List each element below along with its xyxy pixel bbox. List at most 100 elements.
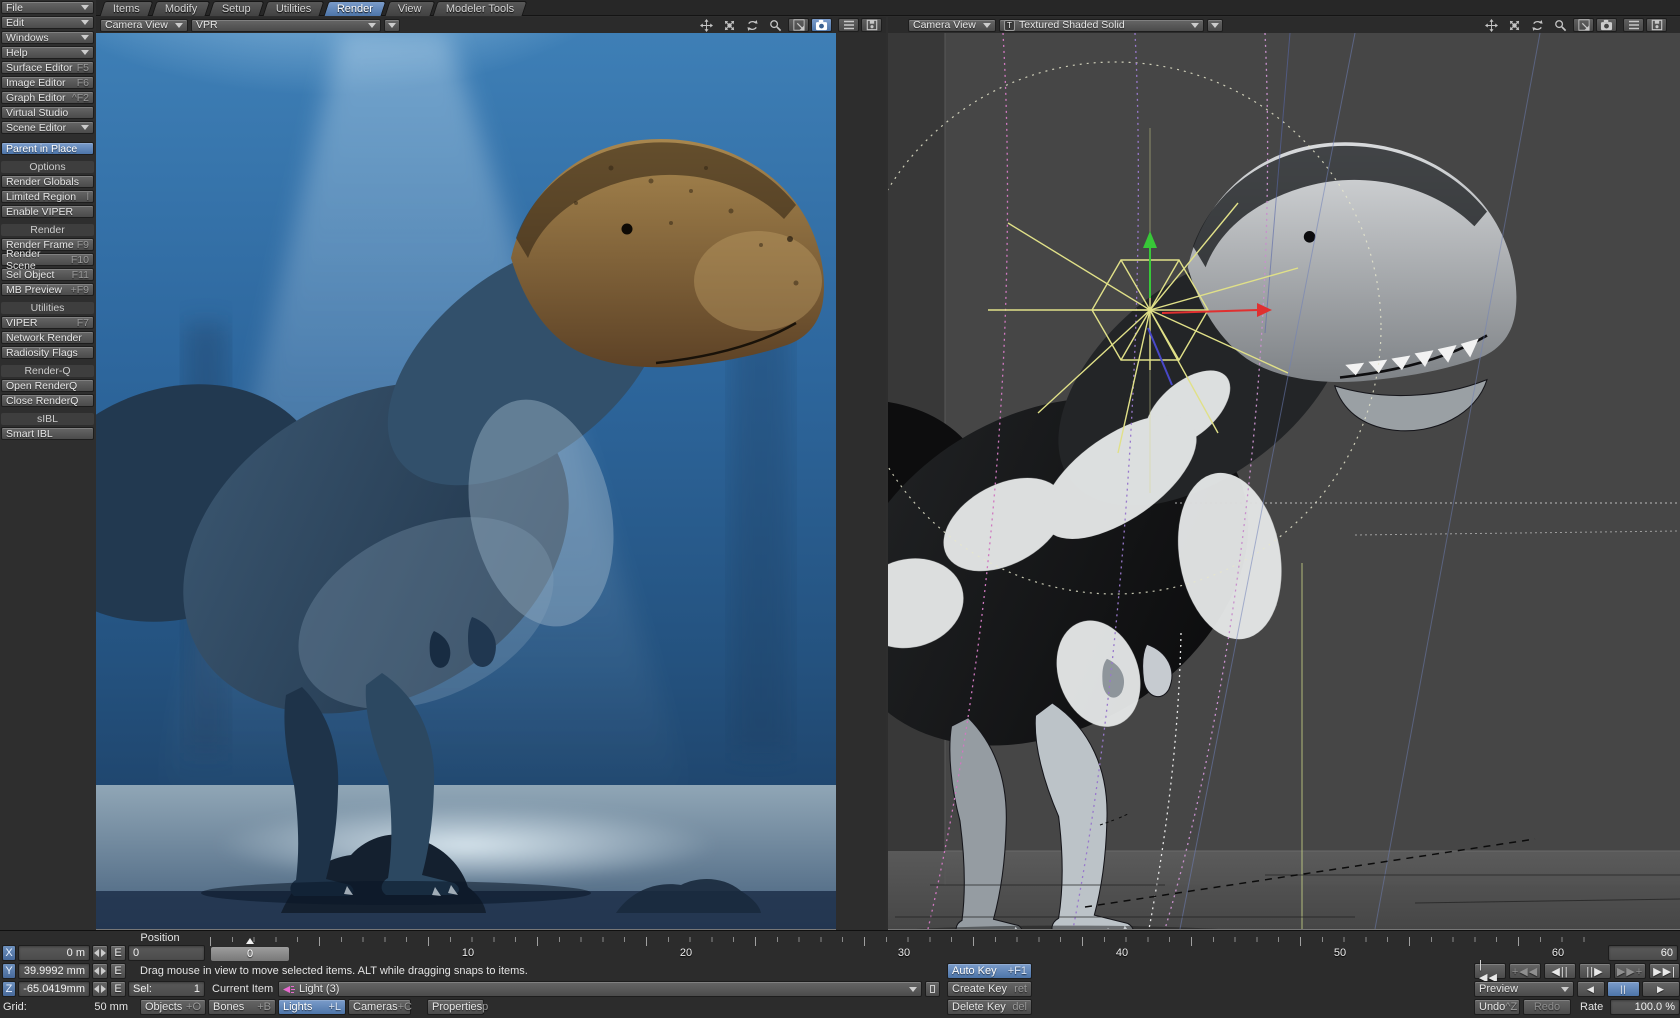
mb-preview-button[interactable]: MB Preview+F9 (1, 283, 94, 296)
camera-icon[interactable] (811, 18, 832, 32)
tab-setup[interactable]: Setup (209, 1, 265, 16)
menu-help[interactable]: Help (1, 46, 94, 59)
x-value-field[interactable]: 0 m (18, 945, 90, 961)
open-renderq-button[interactable]: Open RenderQ (1, 379, 94, 392)
left-viewport-options-dropdown[interactable] (384, 19, 400, 32)
parent-in-place-button[interactable]: Parent in Place (1, 142, 94, 155)
axis-x-button[interactable]: X (2, 945, 16, 961)
menu-edit[interactable]: Edit (1, 16, 94, 29)
tab-modify[interactable]: Modify (151, 1, 210, 16)
menu-file[interactable]: File (1, 1, 94, 14)
left-viewport-header: Camera View VPR (96, 17, 886, 33)
network-render-button[interactable]: Network Render (1, 331, 94, 344)
tick-label: 60 (1552, 947, 1564, 959)
item-type-objects[interactable]: Objects+O (140, 999, 206, 1015)
right-viewport-shaded[interactable] (888, 33, 1680, 930)
tab-render[interactable]: Render (323, 1, 386, 16)
redo-button[interactable]: Redo (1523, 999, 1571, 1015)
surface-editor-button[interactable]: Surface EditorF5 (1, 61, 94, 74)
orbit-icon[interactable] (1504, 18, 1525, 32)
main-tab-bar: Items Modify Setup Utilities Render View… (96, 0, 1680, 16)
right-render-mode-dropdown[interactable]: TTextured Shaded Solid (999, 19, 1204, 32)
viper-button[interactable]: VIPERF7 (1, 316, 94, 329)
timeline-playhead[interactable]: 0 (210, 946, 290, 962)
chevron-down-icon (81, 50, 89, 55)
pause-button[interactable]: || (1607, 981, 1640, 997)
right-viewport-toolbar (1481, 18, 1667, 32)
chevron-down-icon (81, 125, 89, 130)
z-value-field[interactable]: -65.0419mm (18, 981, 90, 997)
prev-keyframe-button[interactable]: +◀◀ (1509, 963, 1541, 979)
x-stepper[interactable] (92, 945, 108, 961)
next-keyframe-button[interactable]: ▶▶+ (1614, 963, 1646, 979)
graph-editor-button[interactable]: Graph Editor^F2 (1, 91, 94, 104)
z-stepper[interactable] (92, 981, 108, 997)
item-type-cameras[interactable]: Cameras+C (348, 999, 411, 1015)
scene-editor-button[interactable]: Scene Editor (1, 121, 94, 134)
expand-icon[interactable] (1573, 18, 1594, 32)
y-stepper[interactable] (92, 963, 108, 979)
zoom-icon[interactable] (765, 18, 786, 32)
tab-utilities[interactable]: Utilities (263, 1, 325, 16)
menu-icon[interactable] (1623, 18, 1644, 32)
go-to-start-button[interactable]: |◀◀ (1474, 963, 1506, 979)
tab-modeler-tools[interactable]: Modeler Tools (433, 1, 528, 16)
current-frame-input[interactable]: 0 (128, 945, 205, 961)
auto-key-button[interactable]: Auto Key+F1 (947, 963, 1032, 979)
tab-items[interactable]: Items (100, 1, 154, 16)
pan-icon[interactable] (1481, 18, 1502, 32)
go-to-end-button[interactable]: ▶▶| (1649, 963, 1680, 979)
close-renderq-button[interactable]: Close RenderQ (1, 394, 94, 407)
save-icon[interactable] (861, 18, 882, 32)
menu-windows[interactable]: Windows (1, 31, 94, 44)
axis-z-button[interactable]: Z (2, 981, 16, 997)
radiosity-flags-button[interactable]: Radiosity Flags (1, 346, 94, 359)
enable-viper-button[interactable]: Enable VIPER (1, 205, 94, 218)
right-view-type-dropdown[interactable]: Camera View (908, 19, 996, 32)
left-view-type-dropdown[interactable]: Camera View (100, 19, 188, 32)
create-key-button[interactable]: Create Keyret (947, 981, 1032, 997)
delete-key-button[interactable]: Delete Keydel (947, 999, 1032, 1015)
zoom-icon[interactable] (1550, 18, 1571, 32)
rate-field[interactable]: 100.0 % (1610, 999, 1680, 1015)
left-toolbar: File Edit Windows Help Surface EditorF5 … (0, 0, 96, 930)
smart-ibl-button[interactable]: Smart IBL (1, 427, 94, 440)
pan-icon[interactable] (696, 18, 717, 32)
end-frame-field[interactable]: 60 (1608, 945, 1678, 961)
render-scene-button[interactable]: Render SceneF10 (1, 253, 94, 266)
sel-object-button[interactable]: Sel ObjectF11 (1, 268, 94, 281)
rotate-icon[interactable] (1527, 18, 1548, 32)
chevron-down-icon (388, 23, 396, 28)
menu-icon[interactable] (838, 18, 859, 32)
tab-view[interactable]: View (384, 1, 435, 16)
section-options: Options (1, 161, 94, 173)
camera-icon[interactable] (1596, 18, 1617, 32)
y-value-field[interactable]: 39.9992 mm (18, 963, 90, 979)
item-properties-mini-button[interactable] (925, 981, 940, 997)
right-viewport-options-dropdown[interactable] (1207, 19, 1223, 32)
rotate-icon[interactable] (742, 18, 763, 32)
expand-icon[interactable] (788, 18, 809, 32)
item-type-bones[interactable]: Bones+B (208, 999, 276, 1015)
properties-button[interactable]: Propertiesp (427, 999, 484, 1015)
play-reverse-button[interactable]: ◀ (1577, 981, 1605, 997)
save-icon[interactable] (1646, 18, 1667, 32)
left-render-mode-dropdown[interactable]: VPR (191, 19, 381, 32)
preview-dropdown[interactable]: Preview (1474, 981, 1574, 997)
left-viewport-vpr[interactable] (96, 33, 886, 930)
current-item-dropdown[interactable]: Light (3) (278, 981, 922, 997)
y-envelope-button[interactable]: E (110, 963, 126, 979)
step-back-button[interactable]: ◀|| (1544, 963, 1576, 979)
undo-button[interactable]: Undo^Z (1474, 999, 1520, 1015)
x-envelope-button[interactable]: E (110, 945, 126, 961)
step-forward-button[interactable]: ||▶ (1579, 963, 1611, 979)
orbit-icon[interactable] (719, 18, 740, 32)
virtual-studio-button[interactable]: Virtual Studio (1, 106, 94, 119)
axis-y-button[interactable]: Y (2, 963, 16, 979)
item-type-lights[interactable]: Lights+L (278, 999, 346, 1015)
image-editor-button[interactable]: Image EditorF6 (1, 76, 94, 89)
play-forward-button[interactable]: ▶ (1642, 981, 1680, 997)
limited-region-button[interactable]: Limited Regionl (1, 190, 94, 203)
z-envelope-button[interactable]: E (110, 981, 126, 997)
render-globals-button[interactable]: Render Globals (1, 175, 94, 188)
